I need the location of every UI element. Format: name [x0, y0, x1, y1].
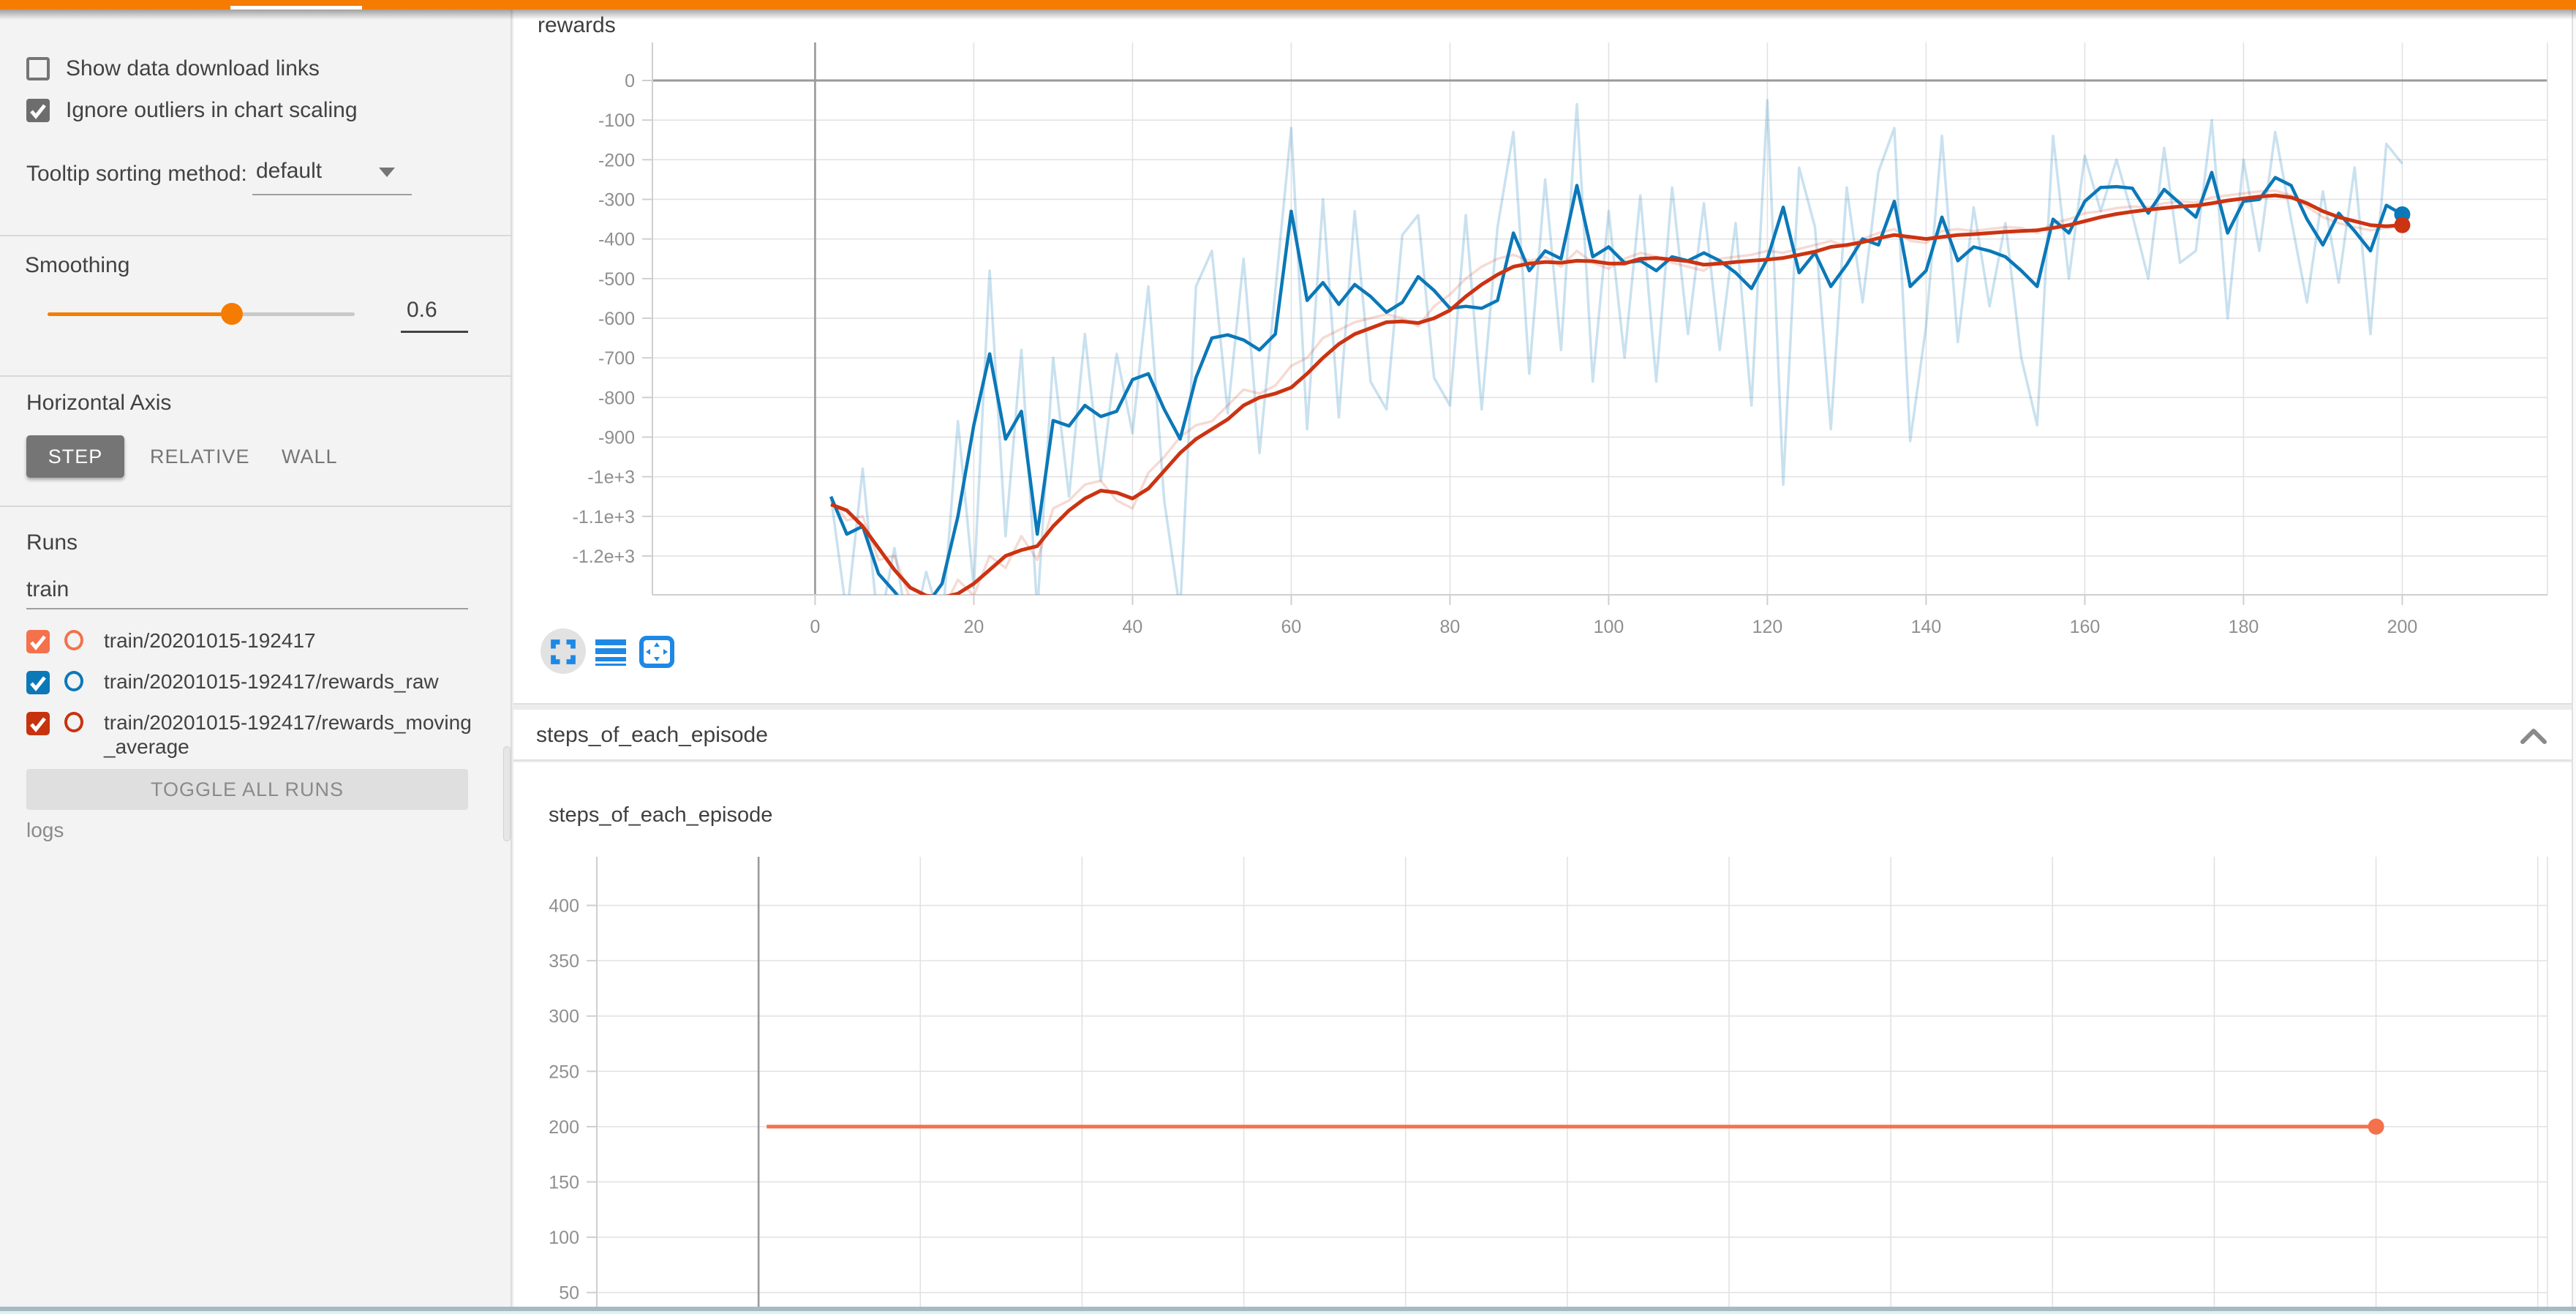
- svg-text:100: 100: [1594, 617, 1624, 637]
- svg-text:200: 200: [549, 1117, 579, 1138]
- svg-text:400: 400: [549, 896, 579, 917]
- dropdown-arrow-icon[interactable]: [379, 168, 395, 177]
- svg-text:40: 40: [1123, 617, 1143, 637]
- run-label: train/20201015-192417/rewards_raw: [104, 669, 475, 694]
- axis-button-wall[interactable]: WALL: [282, 446, 338, 468]
- sidebar-divider: [0, 235, 512, 236]
- svg-text:-400: -400: [598, 230, 635, 250]
- run-checkbox[interactable]: [26, 630, 50, 653]
- svg-text:120: 120: [1752, 617, 1783, 637]
- svg-text:-1.1e+3: -1.1e+3: [573, 507, 636, 528]
- svg-text:-700: -700: [598, 348, 635, 369]
- tooltip-sorting-underline: [252, 194, 412, 195]
- main-scrollbar-rail[interactable]: [2572, 10, 2576, 1307]
- run-checkbox[interactable]: [26, 671, 50, 694]
- expand-icon[interactable]: [550, 639, 576, 665]
- ignore-outliers-label: Ignore outliers in chart scaling: [66, 98, 358, 123]
- svg-text:180: 180: [2229, 617, 2259, 637]
- run-color-swatch-icon[interactable]: [64, 712, 83, 732]
- svg-text:350: 350: [549, 951, 579, 972]
- chevron-up-icon[interactable]: [2520, 727, 2547, 745]
- rewards-chart-card: rewards 0-100-200-300-400-500-600-700-80…: [513, 10, 2572, 705]
- svg-text:160: 160: [2070, 617, 2101, 637]
- show-data-download-links-row[interactable]: Show data download links: [26, 56, 320, 81]
- smoothing-slider-thumb[interactable]: [221, 303, 243, 325]
- runs-group-logs-label: logs: [26, 819, 64, 842]
- steps-chart-card: steps_of_each_episode 400 350 300 250 200 150…: [513, 762, 2572, 1307]
- bottom-window-edge-highlight: [0, 1311, 2576, 1314]
- active-tab-indicator: [230, 6, 362, 10]
- steps-line-chart[interactable]: 400 350 300 250 200 150 100 50: [513, 844, 2569, 1314]
- run-checkbox[interactable]: [26, 712, 50, 735]
- fit-domain-icon[interactable]: [639, 636, 674, 668]
- smoothing-value-input[interactable]: 0.6: [401, 298, 468, 333]
- app-header-bar: [0, 0, 2576, 10]
- run-row[interactable]: train/20201015-192417/rewards_moving_ave…: [26, 710, 475, 759]
- tooltip-sorting-label: Tooltip sorting method:: [26, 162, 247, 187]
- toggle-all-runs-button[interactable]: TOGGLE ALL RUNS: [26, 769, 468, 810]
- runs-label: Runs: [26, 530, 78, 555]
- ignore-outliers-checkbox[interactable]: [26, 99, 50, 122]
- svg-text:50: 50: [559, 1283, 579, 1304]
- svg-text:-1.2e+3: -1.2e+3: [573, 547, 636, 567]
- sidebar-divider: [0, 375, 512, 377]
- svg-text:60: 60: [1281, 617, 1302, 637]
- smoothing-slider[interactable]: [48, 312, 355, 316]
- run-label: train/20201015-192417/rewards_moving_ave…: [104, 710, 475, 759]
- svg-text:300: 300: [549, 1007, 579, 1027]
- svg-text:20: 20: [964, 617, 984, 637]
- run-row[interactable]: train/20201015-192417/rewards_raw: [26, 669, 475, 694]
- run-row[interactable]: train/20201015-192417: [26, 628, 475, 653]
- svg-text:-600: -600: [598, 309, 635, 329]
- run-color-swatch-icon[interactable]: [64, 671, 83, 691]
- data-table-icon[interactable]: [595, 639, 626, 666]
- show-data-download-links-checkbox[interactable]: [26, 57, 50, 80]
- horizontal-axis-label: Horizontal Axis: [26, 391, 171, 416]
- svg-text:-500: -500: [598, 269, 635, 290]
- sidebar-scrollbar[interactable]: [503, 746, 511, 841]
- svg-text:150: 150: [549, 1172, 579, 1193]
- svg-text:250: 250: [549, 1062, 579, 1082]
- rewards-line-chart[interactable]: 0 -100 -200 -300 -400 -500 -600 -700 -800 -900 -1e…: [513, 29, 2569, 637]
- steps-section-title: steps_of_each_episode: [536, 723, 768, 748]
- tooltip-sorting-dropdown[interactable]: default: [256, 159, 322, 184]
- svg-text:-800: -800: [598, 388, 635, 408]
- smoothing-label: Smoothing: [25, 253, 129, 278]
- svg-text:0: 0: [625, 71, 635, 91]
- axis-button-step[interactable]: STEP: [26, 435, 124, 478]
- run-color-swatch-icon[interactable]: [64, 630, 83, 650]
- runs-filter-underline: [26, 608, 468, 609]
- show-data-download-links-label: Show data download links: [66, 56, 320, 81]
- settings-sidebar: Show data download links Ignore outliers…: [0, 10, 512, 1307]
- svg-text:-300: -300: [598, 189, 635, 210]
- svg-text:-200: -200: [598, 150, 635, 170]
- svg-text:-900: -900: [598, 427, 635, 448]
- steps-section-header[interactable]: steps_of_each_episode: [513, 710, 2572, 761]
- svg-text:-1e+3: -1e+3: [587, 468, 635, 488]
- run-label: train/20201015-192417: [104, 628, 475, 653]
- steps-chart-title: steps_of_each_episode: [549, 803, 772, 827]
- runs-filter-input[interactable]: train: [26, 577, 69, 602]
- svg-text:-100: -100: [598, 110, 635, 131]
- svg-text:100: 100: [549, 1228, 579, 1248]
- axis-button-relative[interactable]: RELATIVE: [150, 446, 250, 468]
- smoothing-slider-fill: [48, 312, 232, 316]
- sidebar-divider: [0, 506, 512, 507]
- svg-text:200: 200: [2387, 617, 2418, 637]
- svg-text:0: 0: [810, 617, 820, 637]
- ignore-outliers-row[interactable]: Ignore outliers in chart scaling: [26, 98, 358, 123]
- svg-text:80: 80: [1440, 617, 1461, 637]
- svg-text:140: 140: [1911, 617, 1942, 637]
- main-content: rewards 0-100-200-300-400-500-600-700-80…: [513, 10, 2572, 1307]
